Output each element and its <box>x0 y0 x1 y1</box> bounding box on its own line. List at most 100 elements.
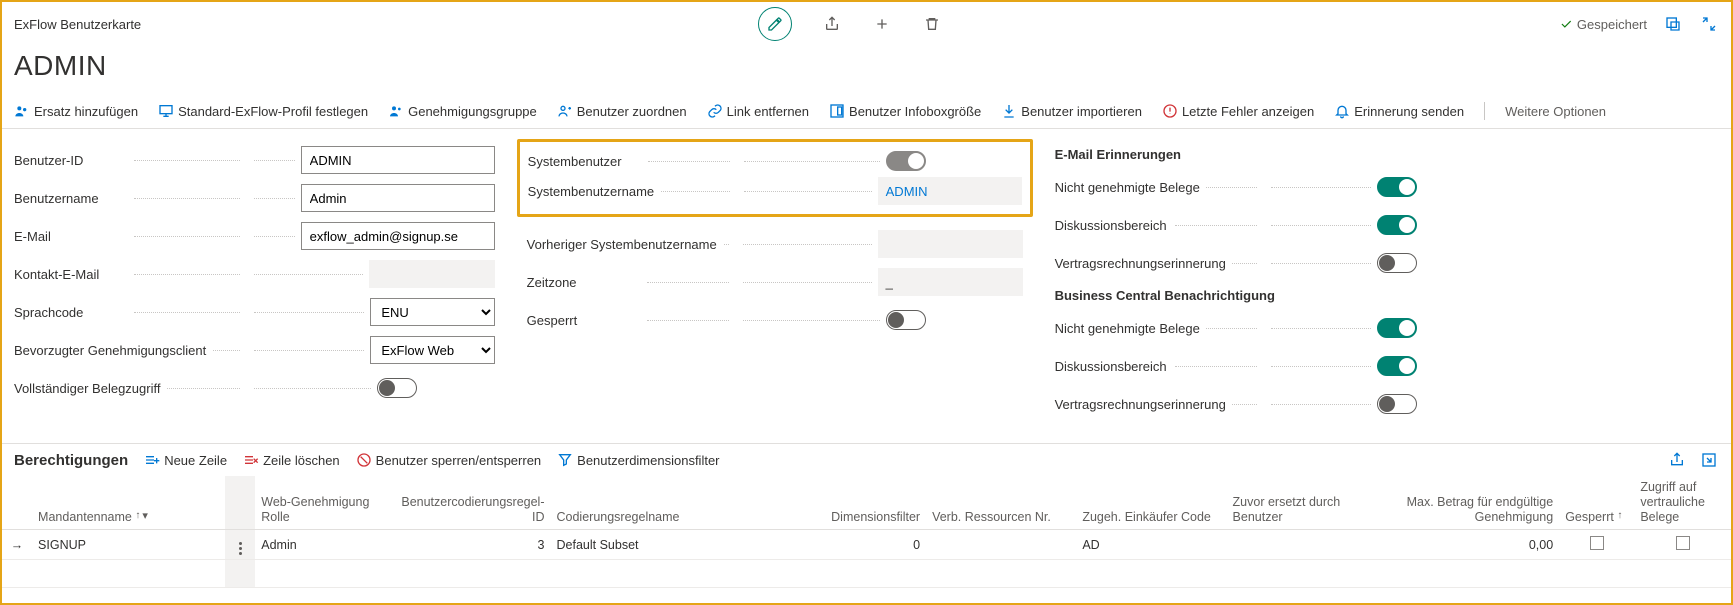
toggle-rem-contract-2[interactable] <box>1377 394 1417 414</box>
import-icon <box>1001 103 1017 119</box>
cell-regel-id[interactable]: 3 <box>384 530 550 560</box>
delete-icon[interactable] <box>922 14 942 34</box>
label-rem-discussion-2: Diskussionsbereich <box>1055 359 1173 374</box>
label-sysuser: Systembenutzer <box>528 154 628 169</box>
breadcrumb: ExFlow Benutzerkarte <box>14 17 141 32</box>
block-user-icon <box>356 452 372 468</box>
cell-mandant[interactable]: SIGNUP <box>32 530 225 560</box>
input-user-name[interactable] <box>301 184 495 212</box>
delete-line-icon <box>243 452 259 468</box>
table-row[interactable]: → SIGNUP Admin 3 Default Subset 0 AD 0,0… <box>2 530 1731 560</box>
new-line-icon <box>144 452 160 468</box>
share-subpanel-icon[interactable] <box>1667 450 1687 470</box>
label-prev-sysuser: Vorheriger Systembenutzername <box>527 237 723 252</box>
toggle-rem-discussion-1[interactable] <box>1377 215 1417 235</box>
label-full-access: Vollständiger Belegzugriff <box>14 381 166 396</box>
cell-zuvor[interactable] <box>1227 530 1377 560</box>
label-rem-not-approved-1: Nicht genehmigte Belege <box>1055 180 1206 195</box>
filter-active-icon: ▾ <box>142 510 148 522</box>
assign-icon <box>557 103 573 119</box>
users-icon <box>14 103 30 119</box>
toggle-rem-not-approved-1[interactable] <box>1377 177 1417 197</box>
input-user-id[interactable] <box>301 146 495 174</box>
action-benutzer-importieren[interactable]: Benutzer importieren <box>1001 103 1142 119</box>
select-client[interactable]: ExFlow Web <box>370 336 494 364</box>
section-bc-notification: Business Central Benachrichtigung <box>1055 286 1417 305</box>
saved-status: Gespeichert <box>1559 17 1647 32</box>
collapse-icon[interactable] <box>1699 14 1719 34</box>
action-new-line[interactable]: Neue Zeile <box>144 452 227 468</box>
action-delete-line[interactable]: Zeile löschen <box>243 452 340 468</box>
action-link-entfernen[interactable]: Link entfernen <box>707 103 809 119</box>
cell-maxbetrag[interactable]: 0,00 <box>1377 530 1559 560</box>
sort-asc-icon: ↑ <box>135 510 140 521</box>
edit-button[interactable] <box>758 7 792 41</box>
popout-icon[interactable] <box>1663 14 1683 34</box>
col-regel-name[interactable]: Codierungsregelname <box>551 476 798 530</box>
cell-rolle[interactable]: Admin <box>255 530 384 560</box>
expand-subpanel-icon[interactable] <box>1699 450 1719 470</box>
label-sysuser-name: Systembenutzername <box>528 184 660 199</box>
label-timezone: Zeitzone <box>527 275 583 290</box>
filter-icon <box>557 452 573 468</box>
col-einkaeufer[interactable]: Zugeh. Einkäufer Code <box>1076 476 1226 530</box>
action-more-options[interactable]: Weitere Optionen <box>1505 104 1606 119</box>
action-ersatz-hinzufuegen[interactable]: Ersatz hinzufügen <box>14 103 138 119</box>
input-email[interactable] <box>301 222 495 250</box>
permissions-title: Berechtigungen <box>14 452 128 469</box>
action-profil-festlegen[interactable]: Standard-ExFlow-Profil festlegen <box>158 103 368 119</box>
label-rem-not-approved-2: Nicht genehmigte Belege <box>1055 321 1206 336</box>
label-contact-email: Kontakt-E-Mail <box>14 267 105 282</box>
share-icon[interactable] <box>822 14 842 34</box>
action-genehmigungsgruppe[interactable]: Genehmigungsgruppe <box>388 103 537 119</box>
toggle-full-access[interactable] <box>377 378 417 398</box>
cell-gesperrt-checkbox[interactable] <box>1590 536 1604 550</box>
label-rem-contract-2: Vertragsrechnungserinnerung <box>1055 397 1232 412</box>
cell-regel-name[interactable]: Default Subset <box>551 530 798 560</box>
col-regel-id[interactable]: Benutzercodierungsregel-ID <box>384 476 550 530</box>
section-email-reminders: E-Mail Erinnerungen <box>1055 145 1417 164</box>
action-benutzer-zuordnen[interactable]: Benutzer zuordnen <box>557 103 687 119</box>
label-client: Bevorzugter Genehmigungsclient <box>14 343 212 358</box>
cell-dimfilter[interactable]: 0 <box>797 530 926 560</box>
action-block-user[interactable]: Benutzer sperren/entsperren <box>356 452 541 468</box>
select-language[interactable]: ENU <box>370 298 494 326</box>
action-infobox[interactable]: Benutzer Infoboxgröße <box>829 103 981 119</box>
row-menu-icon[interactable] <box>239 542 242 555</box>
col-maxbetrag[interactable]: Max. Betrag für endgültige Genehmigung <box>1377 476 1559 530</box>
toggle-blocked[interactable] <box>886 310 926 330</box>
cell-einkaeufer[interactable]: AD <box>1076 530 1226 560</box>
action-dimension-filter[interactable]: Benutzerdimensionsfilter <box>557 452 719 468</box>
page-title: ADMIN <box>2 46 1731 94</box>
label-rem-contract-1: Vertragsrechnungserinnerung <box>1055 256 1232 271</box>
row-selector-icon[interactable]: → <box>9 537 25 553</box>
col-zuvor[interactable]: Zuvor ersetzt durch Benutzer <box>1227 476 1377 530</box>
field-contact-email[interactable] <box>369 260 494 288</box>
label-email: E-Mail <box>14 229 57 244</box>
toggle-rem-not-approved-2[interactable] <box>1377 318 1417 338</box>
col-gesperrt[interactable]: Gesperrt ↑ <box>1565 510 1622 524</box>
toggle-rem-contract-1[interactable] <box>1377 253 1417 273</box>
col-rolle[interactable]: Web-Genehmigung Rolle <box>255 476 384 530</box>
field-prev-sysuser[interactable] <box>878 230 1023 258</box>
field-sysuser-name[interactable]: ADMIN <box>878 177 1022 205</box>
error-icon <box>1162 103 1178 119</box>
cell-verb-res[interactable] <box>926 530 1076 560</box>
new-icon[interactable] <box>872 14 892 34</box>
bell-icon <box>1334 103 1350 119</box>
cell-zugriff-checkbox[interactable] <box>1676 536 1690 550</box>
label-user-name: Benutzername <box>14 191 105 206</box>
label-blocked: Gesperrt <box>527 313 584 328</box>
toggle-rem-discussion-2[interactable] <box>1377 356 1417 376</box>
col-mandant[interactable]: Mandantenname ↑▾ <box>38 510 148 524</box>
action-letzte-fehler[interactable]: Letzte Fehler anzeigen <box>1162 103 1314 119</box>
col-zugriff[interactable]: Zugriff auf vertrauliche Belege <box>1634 476 1731 530</box>
col-dimfilter[interactable]: Dimensionsfilter <box>797 476 926 530</box>
field-timezone[interactable]: _ <box>878 268 1023 296</box>
monitor-icon <box>158 103 174 119</box>
col-verb-res[interactable]: Verb. Ressourcen Nr. <box>926 476 1076 530</box>
toggle-sysuser[interactable] <box>886 151 926 171</box>
action-erinnerung-senden[interactable]: Erinnerung senden <box>1334 103 1464 119</box>
label-user-id: Benutzer-ID <box>14 153 89 168</box>
table-row-empty[interactable] <box>2 560 1731 588</box>
